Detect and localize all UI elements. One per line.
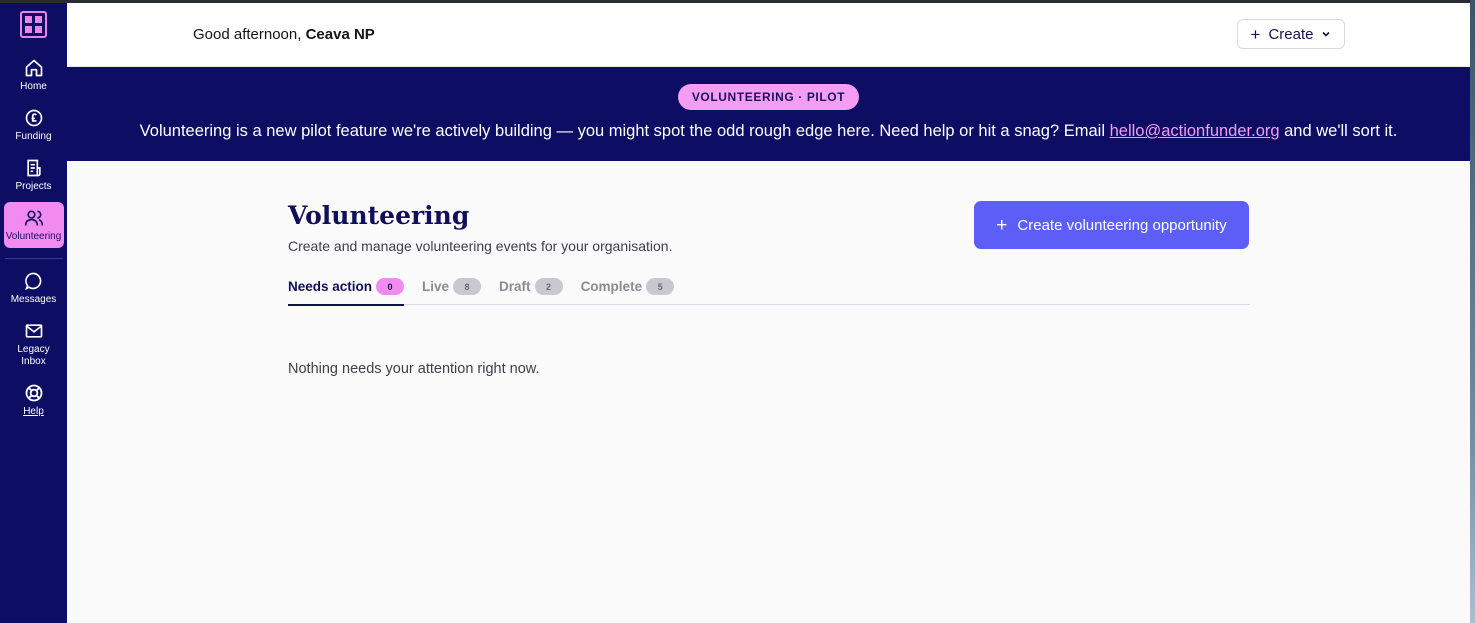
sidebar-item-label: Funding bbox=[15, 131, 52, 142]
sidebar-item-label: Projects bbox=[15, 181, 52, 192]
sidebar-item-label: Volunteering bbox=[5, 231, 62, 242]
lifebuoy-icon bbox=[25, 384, 42, 402]
page-title: Volunteering bbox=[288, 201, 470, 230]
sidebar-item-label: Help bbox=[23, 406, 44, 417]
logo-icon[interactable] bbox=[20, 11, 47, 38]
user-name: Ceava NP bbox=[305, 26, 375, 43]
mail-icon bbox=[25, 324, 42, 338]
sidebar: Home Funding Projects Volunteering Messa… bbox=[0, 3, 67, 623]
tab-label: Complete bbox=[580, 279, 643, 294]
primary-button-label: Create volunteering opportunity bbox=[1017, 216, 1227, 234]
banner-text-after: and we'll sort it. bbox=[1279, 122, 1398, 140]
chat-icon bbox=[24, 272, 41, 291]
document-icon bbox=[26, 159, 41, 177]
page-subtitle: Create and manage volunteering events fo… bbox=[288, 238, 673, 254]
tab-count-badge: 5 bbox=[646, 278, 675, 295]
create-dropdown-button[interactable]: + Create bbox=[1237, 19, 1345, 49]
sidebar-item-funding[interactable]: Funding bbox=[4, 102, 64, 148]
create-label: Create bbox=[1268, 25, 1314, 43]
pilot-banner: VOLUNTEERING · PILOT Volunteering is a n… bbox=[67, 67, 1470, 161]
banner-text-before: Volunteering is a new pilot feature we'r… bbox=[139, 122, 1110, 140]
greeting-prefix: Good afternoon, bbox=[193, 26, 302, 43]
support-email-link[interactable]: hello@actionfunder.org bbox=[1110, 122, 1280, 140]
sidebar-item-home[interactable]: Home bbox=[4, 52, 64, 98]
sidebar-divider bbox=[4, 258, 63, 259]
sidebar-item-legacy-inbox[interactable]: Legacy Inbox bbox=[4, 315, 64, 373]
banner-message: Volunteering is a new pilot feature we'r… bbox=[67, 122, 1470, 141]
pilot-pill: VOLUNTEERING · PILOT bbox=[678, 84, 859, 110]
window-right-edge bbox=[1470, 0, 1475, 623]
create-volunteering-opportunity-button[interactable]: + Create volunteering opportunity bbox=[974, 201, 1249, 249]
tab-count-badge: 2 bbox=[534, 278, 563, 295]
tab-live[interactable]: Live 8 bbox=[422, 275, 482, 305]
plus-icon: + bbox=[996, 214, 1008, 236]
home-icon bbox=[25, 59, 42, 77]
tab-draft[interactable]: Draft 2 bbox=[499, 275, 563, 305]
chevron-down-icon bbox=[1322, 31, 1331, 37]
pound-icon bbox=[25, 109, 42, 127]
sidebar-item-label: Legacy Inbox bbox=[17, 344, 50, 367]
sidebar-item-help[interactable]: Help bbox=[4, 377, 64, 423]
sidebar-item-label: Messages bbox=[10, 294, 57, 305]
greeting: Good afternoon, Ceava NP bbox=[193, 26, 375, 43]
sidebar-item-projects[interactable]: Projects bbox=[4, 152, 64, 198]
empty-state-message: Nothing needs your attention right now. bbox=[288, 361, 540, 377]
top-header: Good afternoon, Ceava NP + Create bbox=[67, 3, 1470, 67]
plus-icon: + bbox=[1250, 24, 1261, 44]
tab-label: Live bbox=[422, 279, 450, 294]
sidebar-item-label: Home bbox=[20, 81, 47, 92]
users-icon bbox=[24, 210, 43, 226]
tab-needs-action[interactable]: Needs action 0 bbox=[288, 275, 405, 306]
main-area: Good afternoon, Ceava NP + Create VOLUNT… bbox=[67, 3, 1470, 623]
tab-count-badge: 8 bbox=[453, 278, 482, 295]
status-tabs: Needs action 0 Live 8 Draft 2 Complete 5 bbox=[288, 275, 1250, 306]
sidebar-item-messages[interactable]: Messages bbox=[4, 265, 64, 311]
tab-complete[interactable]: Complete 5 bbox=[581, 275, 675, 305]
sidebar-item-volunteering[interactable]: Volunteering bbox=[3, 202, 64, 248]
tab-count-badge: 0 bbox=[376, 278, 405, 295]
tab-label: Draft bbox=[499, 279, 531, 294]
tab-label: Needs action bbox=[288, 279, 373, 294]
